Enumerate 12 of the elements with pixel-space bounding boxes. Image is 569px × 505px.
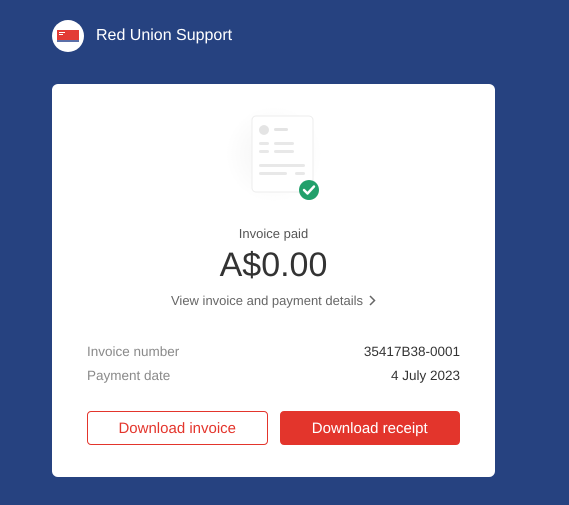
download-invoice-button[interactable]: Download invoice — [87, 411, 268, 445]
download-receipt-button[interactable]: Download receipt — [280, 411, 460, 445]
status-text: Invoice paid — [238, 226, 308, 241]
field-value: 35417B38-0001 — [364, 344, 460, 359]
details-link[interactable]: View invoice and payment details — [171, 293, 376, 308]
field-label: Invoice number — [87, 344, 180, 359]
logo-icon — [52, 20, 84, 52]
chevron-right-icon — [369, 295, 376, 306]
field-value: 4 July 2023 — [390, 368, 460, 383]
field-label: Payment date — [87, 368, 170, 383]
header-title: Red Union Support — [96, 27, 232, 45]
amount: A$0.00 — [220, 245, 328, 285]
